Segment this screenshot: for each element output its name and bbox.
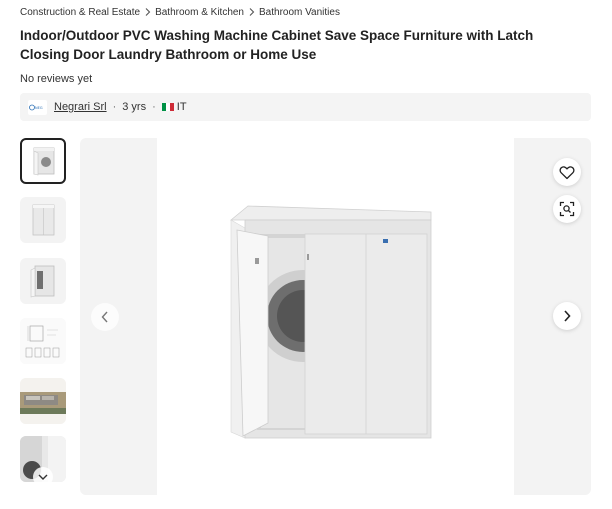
svg-text:NEG: NEG	[35, 106, 43, 110]
chevron-left-icon	[101, 311, 108, 323]
chevron-right-icon	[564, 310, 571, 322]
supplier-years: 3 yrs	[122, 101, 147, 113]
supplier-country: IT	[176, 101, 187, 113]
heart-icon	[559, 165, 575, 179]
chevron-down-icon	[38, 474, 48, 480]
thumbnail-factory-aerial[interactable]	[20, 378, 66, 424]
breadcrumb-item-construction[interactable]: Construction & Real Estate	[20, 7, 140, 18]
breadcrumb-item-bathroom-vanities[interactable]: Bathroom Vanities	[259, 7, 340, 18]
separator-dot: ·	[112, 101, 117, 113]
product-title: Indoor/Outdoor PVC Washing Machine Cabin…	[20, 28, 534, 62]
supplier-name-link[interactable]: Negrari Srl	[54, 101, 107, 113]
italy-flag-icon	[161, 103, 174, 111]
supplier-bar: NEG Negrari Srl · 3 yrs · IT	[20, 93, 591, 121]
separator-dot: ·	[152, 101, 156, 113]
thumbnail-cabinet-side-open[interactable]	[20, 258, 66, 304]
chevron-right-icon	[244, 7, 259, 17]
breadcrumb-item-bathroom-kitchen[interactable]: Bathroom & Kitchen	[155, 7, 244, 18]
review-status: No reviews yet	[20, 73, 93, 85]
next-image-button[interactable]	[553, 302, 581, 330]
supplier-logo: NEG	[28, 99, 47, 115]
thumbnail-cabinet-open-door[interactable]	[20, 138, 66, 184]
image-search-button[interactable]	[553, 195, 581, 223]
previous-image-button[interactable]	[91, 303, 119, 331]
favorite-button[interactable]	[553, 158, 581, 186]
image-search-icon	[559, 201, 575, 217]
thumbnail-scroll-down-button[interactable]	[33, 467, 53, 487]
thumbnail-dimension-drawing[interactable]	[20, 318, 66, 364]
chevron-right-icon	[140, 7, 155, 17]
thumbnail-cabinet-closed[interactable]	[20, 197, 66, 243]
product-gallery	[80, 138, 591, 495]
main-product-image[interactable]	[157, 138, 514, 495]
breadcrumb: Construction & Real Estate Bathroom & Ki…	[20, 5, 340, 19]
